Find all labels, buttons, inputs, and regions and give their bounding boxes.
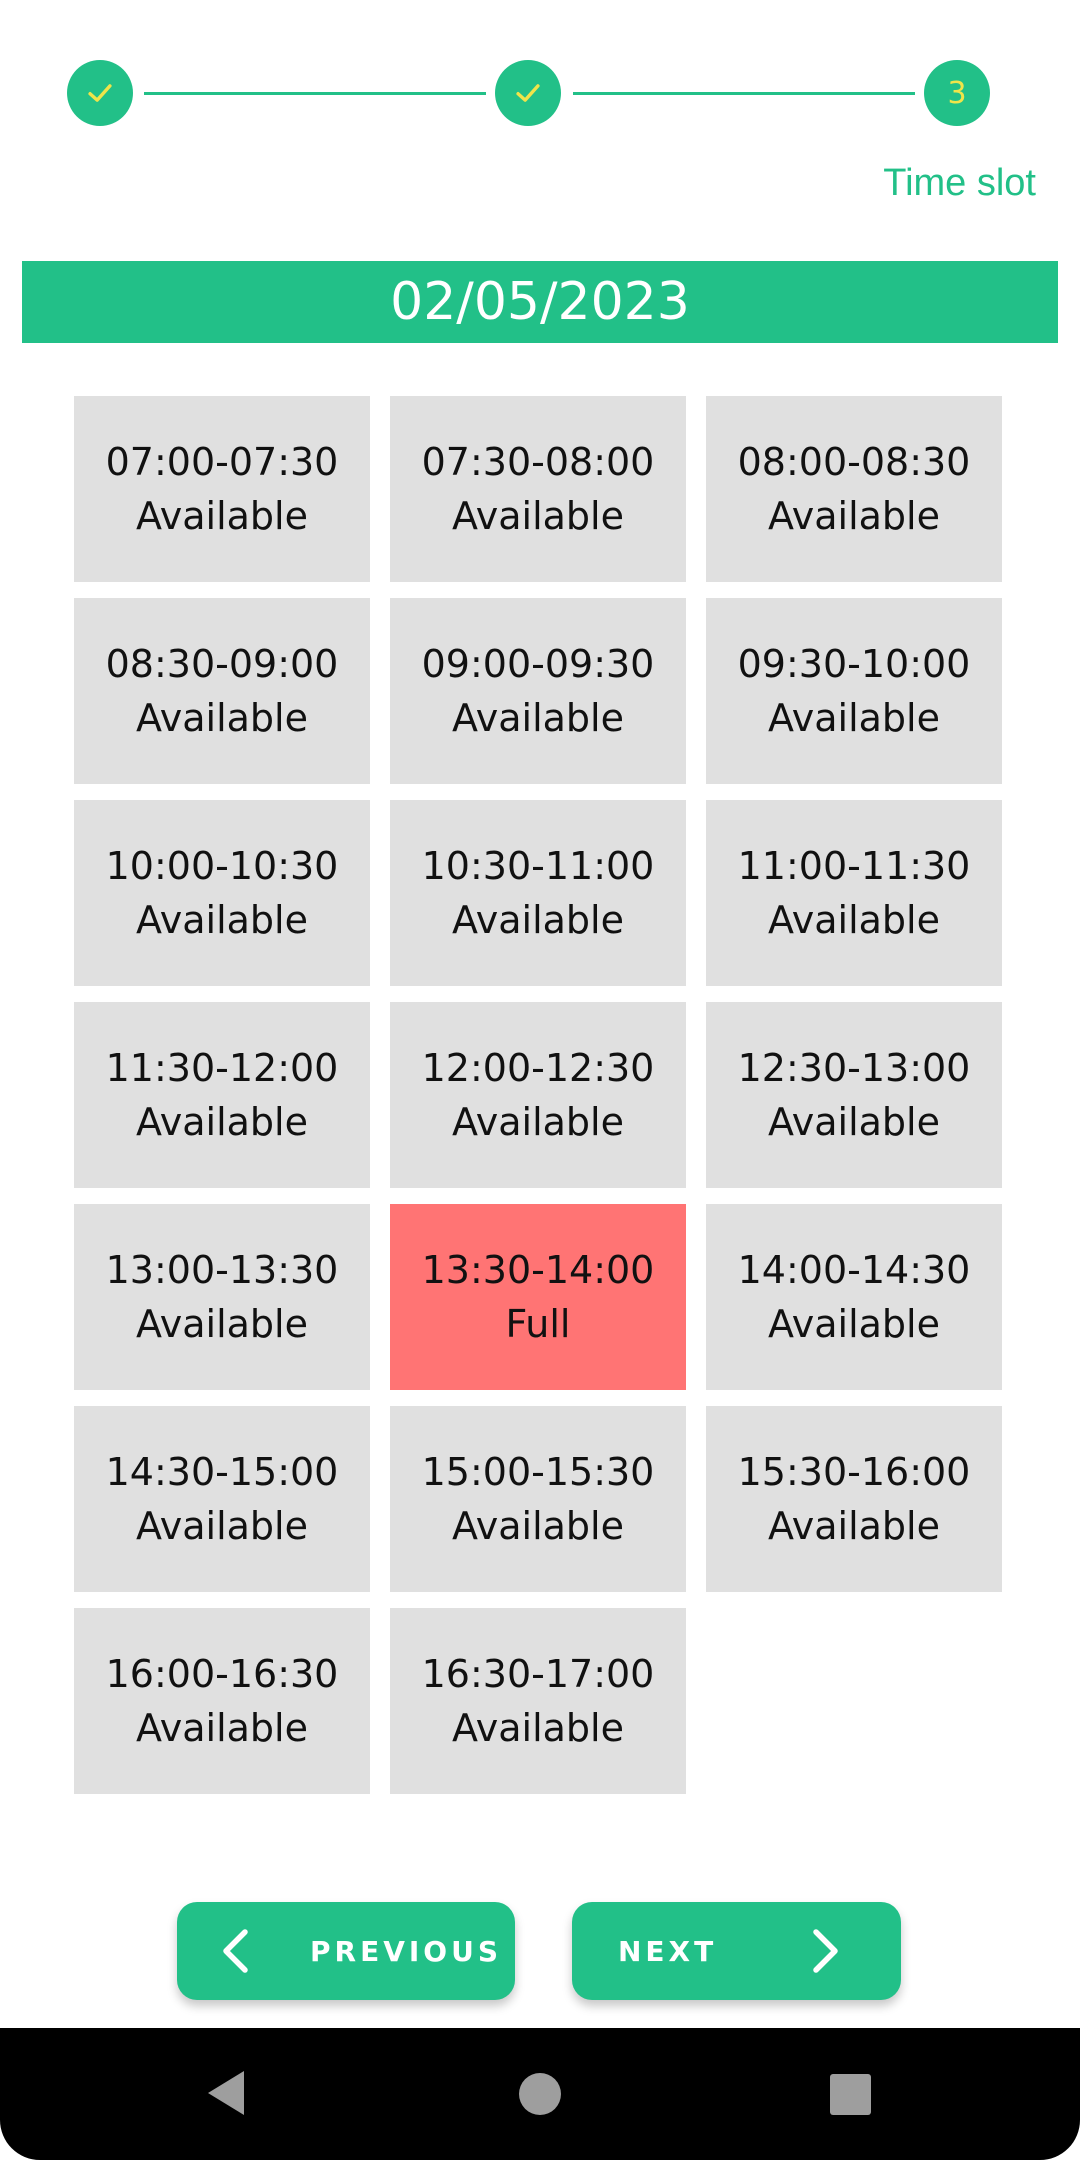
time-slot[interactable]: 11:00-11:30 Available <box>706 800 1002 986</box>
previous-button[interactable]: PREVIOUS <box>177 1902 515 2000</box>
step-1-done[interactable] <box>67 60 133 126</box>
slot-status: Available <box>767 1302 940 1346</box>
time-slot[interactable]: 14:00-14:30 Available <box>706 1204 1002 1390</box>
slot-status: Full <box>505 1302 571 1346</box>
slot-time: 14:00-14:30 <box>737 1248 971 1292</box>
slot-time: 07:00-07:30 <box>105 440 339 484</box>
time-slot[interactable]: 12:00-12:30 Available <box>390 1002 686 1188</box>
next-button[interactable]: NEXT <box>572 1902 901 2000</box>
time-slot[interactable]: 08:30-09:00 Available <box>74 598 370 784</box>
slot-status: Available <box>135 494 308 538</box>
slot-status: Available <box>451 898 624 942</box>
home-circle-icon[interactable] <box>517 2071 563 2117</box>
slot-status: Available <box>767 1504 940 1548</box>
slot-status: Available <box>451 1100 624 1144</box>
slot-time: 13:30-14:00 <box>421 1248 655 1292</box>
slot-status: Available <box>135 1706 308 1750</box>
slot-time: 11:00-11:30 <box>737 844 971 888</box>
time-slot-grid: 07:00-07:30 Available 07:30-08:00 Available… <box>74 396 1002 1794</box>
slot-time: 11:30-12:00 <box>105 1046 339 1090</box>
time-slot[interactable]: 07:30-08:00 Available <box>390 396 686 582</box>
check-icon <box>88 84 112 102</box>
stepper: 3 Time slot <box>0 0 1080 204</box>
slot-status: Available <box>135 696 308 740</box>
step-connector <box>144 92 486 95</box>
slot-status: Available <box>135 1100 308 1144</box>
slot-time: 10:30-11:00 <box>421 844 655 888</box>
slot-status: Available <box>451 696 624 740</box>
slot-status: Available <box>767 1100 940 1144</box>
back-triangle-icon[interactable] <box>204 2068 248 2118</box>
time-slot[interactable]: 12:30-13:00 Available <box>706 1002 1002 1188</box>
time-slot[interactable]: 15:00-15:30 Available <box>390 1406 686 1592</box>
slot-status: Available <box>767 494 940 538</box>
time-slot[interactable]: 16:30-17:00 Available <box>390 1608 686 1794</box>
time-slot[interactable]: 14:30-15:00 Available <box>74 1406 370 1592</box>
time-slot[interactable]: 11:30-12:00 Available <box>74 1002 370 1188</box>
slot-time: 13:00-13:30 <box>105 1248 339 1292</box>
time-slot[interactable]: 10:00-10:30 Available <box>74 800 370 986</box>
chevron-right-icon <box>813 1929 838 1973</box>
slot-time: 08:30-09:00 <box>105 642 339 686</box>
slot-time: 07:30-08:00 <box>421 440 655 484</box>
time-slot[interactable]: 08:00-08:30 Available <box>706 396 1002 582</box>
system-nav-bar <box>0 2028 1080 2160</box>
slot-status: Available <box>451 1706 624 1750</box>
time-slot[interactable]: 15:30-16:00 Available <box>706 1406 1002 1592</box>
slot-time: 14:30-15:00 <box>105 1450 339 1494</box>
step-connector <box>573 92 915 95</box>
time-slot[interactable]: 10:30-11:00 Available <box>390 800 686 986</box>
step-label: Time slot <box>883 162 1036 204</box>
slot-time: 12:00-12:30 <box>421 1046 655 1090</box>
slot-status: Available <box>135 1302 308 1346</box>
check-icon <box>516 84 540 102</box>
time-slot[interactable]: 13:30-14:00 Full <box>390 1204 686 1390</box>
next-label: NEXT <box>618 1934 718 1968</box>
slot-time: 15:30-16:00 <box>737 1450 971 1494</box>
slot-status: Available <box>451 1504 624 1548</box>
time-slot[interactable]: 09:00-09:30 Available <box>390 598 686 784</box>
slot-time: 15:00-15:30 <box>421 1450 655 1494</box>
slot-time: 16:00-16:30 <box>105 1652 339 1696</box>
date-header: 02/05/2023 <box>22 261 1058 343</box>
slot-time: 09:00-09:30 <box>421 642 655 686</box>
slot-time: 09:30-10:00 <box>737 642 971 686</box>
slot-status: Available <box>767 696 940 740</box>
time-slot[interactable]: 16:00-16:30 Available <box>74 1608 370 1794</box>
chevron-left-icon <box>223 1929 248 1973</box>
step-number: 3 <box>947 75 967 111</box>
slot-time: 08:00-08:30 <box>737 440 971 484</box>
slot-status: Available <box>135 1504 308 1548</box>
time-slot[interactable]: 07:00-07:30 Available <box>74 396 370 582</box>
slot-status: Available <box>767 898 940 942</box>
slot-time: 12:30-13:00 <box>737 1046 971 1090</box>
previous-label: PREVIOUS <box>310 1934 503 1968</box>
slot-status: Available <box>451 494 624 538</box>
slot-status: Available <box>135 898 308 942</box>
slot-time: 16:30-17:00 <box>421 1652 655 1696</box>
recents-square-icon[interactable] <box>829 2073 872 2116</box>
step-3-current[interactable]: 3 <box>924 60 990 126</box>
time-slot[interactable]: 09:30-10:00 Available <box>706 598 1002 784</box>
step-2-done[interactable] <box>495 60 561 126</box>
selected-date: 02/05/2023 <box>390 272 690 332</box>
time-slot[interactable]: 13:00-13:30 Available <box>74 1204 370 1390</box>
slot-time: 10:00-10:30 <box>105 844 339 888</box>
